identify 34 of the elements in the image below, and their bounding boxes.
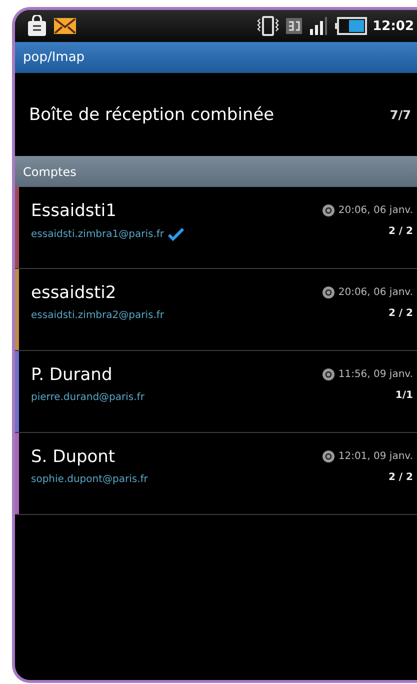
combined-inbox-row[interactable]: Boîte de réception combinée 7/7 xyxy=(15,73,417,156)
app-title: pop/Imap xyxy=(23,50,85,65)
sync-icon xyxy=(322,368,336,381)
account-email: essaidsti.zimbra1@paris.fr xyxy=(31,229,164,240)
message-count: 7/7 xyxy=(390,108,411,122)
combined-inbox-label: Boîte de réception combinée xyxy=(29,104,274,124)
message-count: 2 / 2 xyxy=(388,226,413,237)
sync-icon xyxy=(322,286,336,299)
account-row[interactable]: essaidsti2 essaidsti.zimbra2@paris.fr 20:06, 06 janv. 2 / 2 xyxy=(15,269,417,351)
sync-time: 20:06, 06 janv. xyxy=(338,287,413,298)
account-row[interactable]: P. Durand pierre.durand@paris.fr 11:56, 09 janv. 1/1 xyxy=(15,351,417,433)
account-row[interactable]: Essaidsti1 essaidsti.zimbra1@paris.fr 20:06, 06 janv. 2 / 2 xyxy=(15,187,417,269)
signal-icon xyxy=(308,17,329,35)
sync-time: 11:56, 09 janv. xyxy=(338,369,413,380)
message-count: 2 / 2 xyxy=(388,472,413,483)
battery-icon xyxy=(334,17,367,35)
sync-time: 20:06, 06 janv. xyxy=(338,205,413,216)
sync-icon xyxy=(322,204,336,217)
account-email: essaidsti.zimbra2@paris.fr xyxy=(31,310,164,321)
account-name: Essaidsti1 xyxy=(31,201,118,221)
message-count: 2 / 2 xyxy=(388,308,413,319)
account-name: S. Dupont xyxy=(31,447,116,467)
sync-time: 12:01, 09 janv. xyxy=(338,451,413,462)
account-email: sophie.dupont@paris.fr xyxy=(31,474,148,485)
account-name: essaidsti2 xyxy=(31,283,118,303)
sync-icon xyxy=(322,450,336,463)
account-email: pierre.durand@paris.fr xyxy=(31,392,144,403)
envelope-icon xyxy=(53,17,77,35)
status-time: 12:02 xyxy=(372,18,414,34)
vibrate-icon xyxy=(256,15,279,37)
section-title: Comptes xyxy=(23,164,76,178)
message-count: 1/1 xyxy=(395,390,413,401)
account-name: P. Durand xyxy=(31,365,114,385)
account-row[interactable]: S. Dupont sophie.dupont@paris.fr 12:01, 09 janv. 2 / 2 xyxy=(15,433,417,515)
